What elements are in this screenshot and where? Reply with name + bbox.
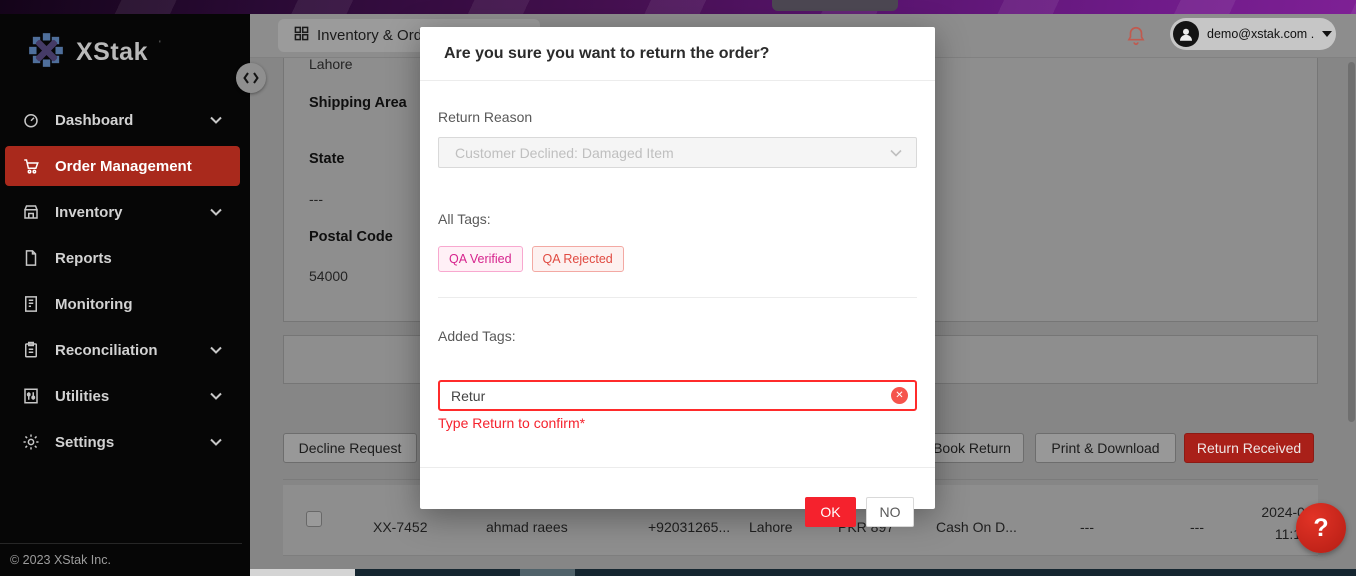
row-checkbox[interactable] [306, 511, 322, 527]
chevron-down-icon [210, 433, 222, 451]
chevron-down-icon [210, 203, 222, 221]
all-tags-label: All Tags: [438, 211, 491, 227]
chevron-down-icon [210, 341, 222, 359]
return-reason-value: Customer Declined: Damaged Item [455, 145, 890, 161]
scrollbar-corner [250, 569, 355, 576]
confirm-return-input[interactable] [438, 380, 917, 411]
store-icon [20, 201, 42, 223]
cell-extra-1: --- [1080, 519, 1094, 535]
notification-bell-icon[interactable] [1125, 25, 1147, 47]
decline-request-button[interactable]: Decline Request [283, 433, 417, 463]
confirm-hint-text: Type Return to confirm* [438, 415, 585, 431]
sidebar-item-reports[interactable]: Reports [5, 238, 240, 278]
clipboard-icon [20, 339, 42, 361]
confirm-input-wrap: ✕ [438, 380, 917, 411]
print-download-button[interactable]: Print & Download [1035, 433, 1176, 463]
speedometer-icon [20, 109, 42, 131]
cell-order-number: XX-7452 [373, 519, 427, 535]
state-value: --- [309, 191, 323, 207]
modal-header: Are you sure you want to return the orde… [420, 27, 935, 81]
vertical-scrollbar-thumb[interactable] [1348, 62, 1355, 422]
sidebar-item-order-management[interactable]: Order Management [5, 146, 240, 186]
brand-trademark: ' [159, 39, 161, 49]
shipping-area-label: Shipping Area [309, 95, 407, 111]
city-value: Lahore [309, 56, 353, 72]
postal-code-label: Postal Code [309, 229, 393, 245]
sidebar-item-settings[interactable]: Settings [5, 422, 240, 462]
gear-icon [20, 431, 42, 453]
sidebar-nav: Dashboard Order Management Inventory [0, 100, 250, 468]
cart-icon [20, 155, 42, 177]
app-window: XStak ' Dashboard Order Management [0, 0, 1356, 576]
vertical-scrollbar[interactable] [1348, 62, 1355, 562]
modal-title: Are you sure you want to return the orde… [444, 45, 769, 63]
chevron-down-icon [210, 387, 222, 405]
top-strip-tab [772, 0, 898, 11]
brand-name: XStak [76, 38, 148, 67]
xstak-logo-icon [26, 30, 66, 75]
modal-footer: OK NO [420, 467, 935, 509]
sidebar: XStak ' Dashboard Order Management [0, 14, 250, 576]
sliders-icon [20, 385, 42, 407]
no-button[interactable]: NO [866, 497, 914, 527]
browser-theme-strip [0, 0, 1356, 14]
user-menu[interactable]: demo@xstak.com . [1170, 18, 1336, 50]
cell-extra-2: --- [1190, 519, 1204, 535]
cell-payment-method: Cash On D... [936, 519, 1017, 535]
cell-city: Lahore [749, 519, 793, 535]
return-order-modal: Are you sure you want to return the orde… [420, 27, 935, 509]
sidebar-item-utilities[interactable]: Utilities [5, 376, 240, 416]
return-reason-select[interactable]: Customer Declined: Damaged Item [438, 137, 917, 168]
chevron-down-icon [210, 111, 222, 129]
cell-customer-name: ahmad raees [486, 519, 568, 535]
help-button[interactable]: ? [1296, 503, 1346, 553]
user-avatar-icon [1173, 21, 1199, 47]
book-return-button[interactable]: Book Return [920, 433, 1024, 463]
app-switcher-label: Inventory & Ord [317, 27, 422, 44]
document-icon [20, 247, 42, 269]
cell-phone: +92031265... [648, 519, 730, 535]
horizontal-scrollbar-thumb[interactable] [520, 569, 575, 576]
sidebar-item-dashboard[interactable]: Dashboard [5, 100, 240, 140]
added-tags-label: Added Tags: [438, 328, 516, 344]
state-label: State [309, 151, 344, 167]
tag-qa-verified[interactable]: QA Verified [438, 246, 523, 272]
monitoring-icon [20, 293, 42, 315]
horizontal-scrollbar[interactable] [250, 569, 1356, 576]
brand-logo[interactable]: XStak ' [26, 30, 160, 75]
divider [438, 297, 917, 298]
tag-qa-rejected[interactable]: QA Rejected [532, 246, 624, 272]
return-reason-label: Return Reason [438, 109, 532, 125]
tags-list: QA Verified QA Rejected [438, 246, 624, 272]
chevron-down-icon [890, 144, 902, 162]
sidebar-item-monitoring[interactable]: Monitoring [5, 284, 240, 324]
caret-down-icon [1322, 31, 1332, 37]
ok-button[interactable]: OK [805, 497, 856, 527]
app-grid-icon [294, 26, 309, 45]
return-received-button[interactable]: Return Received [1184, 433, 1314, 463]
postal-code-value: 54000 [309, 268, 348, 284]
user-email: demo@xstak.com . [1207, 27, 1314, 41]
sidebar-item-inventory[interactable]: Inventory [5, 192, 240, 232]
sidebar-item-reconciliation[interactable]: Reconciliation [5, 330, 240, 370]
clear-input-icon[interactable]: ✕ [891, 387, 908, 404]
sidebar-footer-copyright: © 2023 XStak Inc. [0, 543, 242, 576]
sidebar-collapse-button[interactable] [236, 63, 266, 93]
